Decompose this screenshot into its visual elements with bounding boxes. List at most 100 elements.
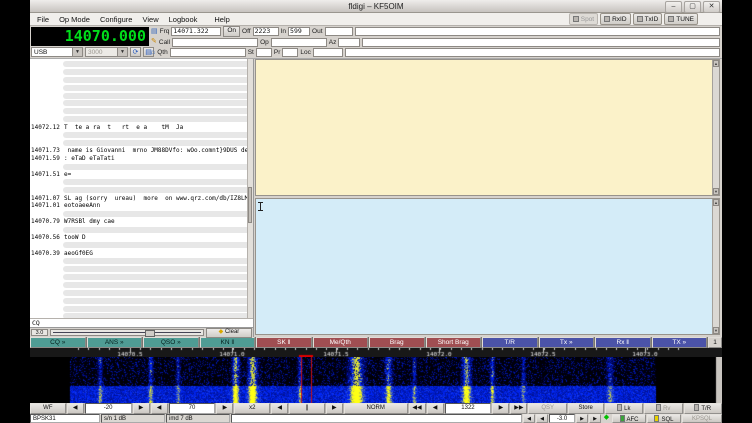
pr-field[interactable] xyxy=(282,48,298,57)
slider-thumb[interactable] xyxy=(145,330,155,337)
menu-op-mode[interactable]: Op Mode xyxy=(54,15,95,24)
maximize-button[interactable]: ▢ xyxy=(684,1,701,13)
macro-me-qth[interactable]: Me/Qth xyxy=(313,337,369,348)
channel-row[interactable] xyxy=(30,99,253,107)
macro-t-r[interactable]: T/R xyxy=(482,337,538,348)
rx-text-pane[interactable]: ▲ ▼ xyxy=(255,59,720,196)
channel-row[interactable] xyxy=(30,68,253,76)
squelch-slider[interactable] xyxy=(50,329,204,336)
minimize-button[interactable]: – xyxy=(665,1,682,13)
channel-row[interactable] xyxy=(30,265,253,273)
offset-left-fast-button[interactable]: ◀ xyxy=(523,414,535,423)
call-field[interactable] xyxy=(172,38,258,47)
seek-field[interactable]: CQ xyxy=(30,318,253,327)
wf-arrow-button[interactable]: ▶ xyxy=(492,403,509,414)
afc-toggle[interactable]: AFC xyxy=(612,414,646,423)
channel-row[interactable] xyxy=(30,115,253,123)
tx-text-pane[interactable]: ▲ ▼ xyxy=(255,198,720,335)
channel-row[interactable] xyxy=(30,289,253,297)
offset-right-fast-button[interactable]: ▶ xyxy=(589,414,601,423)
waterfall-scale[interactable] xyxy=(30,348,722,357)
macro-ans[interactable]: ANS » xyxy=(87,337,143,348)
mode-select[interactable]: USB▼ xyxy=(31,47,83,57)
tx-scrollbar[interactable]: ▲ ▼ xyxy=(712,199,719,334)
sync-icon[interactable]: ⟳ xyxy=(130,47,141,57)
wf-arrow-button[interactable]: ◀ xyxy=(271,403,288,414)
frequency-display[interactable]: 14070.000 xyxy=(31,27,149,46)
channel-row[interactable] xyxy=(30,163,253,171)
in-field[interactable]: 599 xyxy=(288,27,310,36)
menu-help[interactable]: Help xyxy=(209,15,234,24)
macro-qso[interactable]: QSO » xyxy=(143,337,199,348)
op-field[interactable] xyxy=(271,38,327,47)
wf-store[interactable]: Store xyxy=(568,403,604,414)
wf-arrow-button[interactable]: ▶ xyxy=(326,403,343,414)
channel-row[interactable] xyxy=(30,313,253,319)
wf-arrow-button[interactable]: ◀ xyxy=(427,403,444,414)
macro-kn[interactable]: KN ‖ xyxy=(200,337,256,348)
channel-row[interactable]: 14071.59: eTaD eTaTati xyxy=(30,155,253,163)
offset-value[interactable]: -3.0 xyxy=(549,414,575,423)
title-bar[interactable]: fldigi – KF5OIM – ▢ ✕ xyxy=(30,0,722,13)
wf-arrow-button[interactable]: ◀◀ xyxy=(409,403,426,414)
wf-t-r[interactable]: T/R xyxy=(684,403,722,414)
waterfall-canvas[interactable] xyxy=(30,357,722,403)
off-field[interactable]: 2223 xyxy=(253,27,279,36)
macro-bank-button[interactable]: 1 xyxy=(708,337,722,348)
channel-row[interactable] xyxy=(30,305,253,313)
channel-row[interactable] xyxy=(30,257,253,265)
rxid-toggle[interactable]: RxID xyxy=(600,13,630,25)
wf-70[interactable]: 70 xyxy=(169,403,216,414)
loc-field[interactable] xyxy=(313,48,343,57)
wf-arrow-button[interactable]: ▶▶ xyxy=(510,403,527,414)
menu-logbook[interactable]: Logbook xyxy=(164,15,203,24)
channel-row[interactable]: 14071.51e= xyxy=(30,170,253,178)
wf-arrow-button[interactable]: ▶ xyxy=(216,403,233,414)
clear-button[interactable]: ◆ Clear xyxy=(206,328,252,338)
channel-row[interactable] xyxy=(30,76,253,84)
channel-row[interactable]: 14070.79W7RSBl dmy cae xyxy=(30,218,253,226)
scroll-up-icon[interactable]: ▲ xyxy=(713,199,719,206)
menu-configure[interactable]: Configure xyxy=(95,15,138,24)
channel-row[interactable] xyxy=(30,273,253,281)
macro-rx[interactable]: Rx ‖ xyxy=(595,337,651,348)
txid-toggle[interactable]: TxID xyxy=(633,13,663,25)
channel-row[interactable]: 14071.07SL ag (sorry ureau) more on www.… xyxy=(30,194,253,202)
channel-row[interactable]: 14070.39aeoGf0EG xyxy=(30,249,253,257)
macro-tx[interactable]: Tx » xyxy=(539,337,595,348)
menu-view[interactable]: View xyxy=(137,15,163,24)
macro-tx[interactable]: TX » xyxy=(652,337,708,348)
scrollbar-thumb[interactable] xyxy=(248,187,252,223)
menu-file[interactable]: File xyxy=(32,15,54,24)
channel-row[interactable]: 14071.01eotoaeeAnn xyxy=(30,202,253,210)
wf-arrow[interactable]: ❙ xyxy=(289,403,325,414)
channel-row[interactable] xyxy=(30,178,253,186)
az-field[interactable] xyxy=(338,38,360,47)
wf-x2[interactable]: x2 xyxy=(234,403,270,414)
macro-cq[interactable]: CQ » xyxy=(30,337,86,348)
wf-lk[interactable]: Lk xyxy=(605,403,643,414)
wf-arrow-button[interactable]: ▶ xyxy=(133,403,150,414)
wf-20[interactable]: -20 xyxy=(85,403,132,414)
channel-row[interactable] xyxy=(30,92,253,100)
offset-left-button[interactable]: ◀ xyxy=(536,414,548,423)
channel-row[interactable] xyxy=(30,84,253,92)
scroll-down-icon[interactable]: ▼ xyxy=(713,188,719,195)
offset-right-button[interactable]: ▶ xyxy=(576,414,588,423)
wf-1322[interactable]: 1322 xyxy=(445,403,492,414)
wf-wf[interactable]: WF xyxy=(30,403,66,414)
st-field[interactable] xyxy=(256,48,272,57)
channel-row[interactable] xyxy=(30,241,253,249)
channel-row[interactable]: 14072.12T te a ra t rt e a tM Ja xyxy=(30,123,253,131)
mode-status[interactable]: BPSK31 xyxy=(30,414,100,423)
macro-short-brag[interactable]: Short Brag xyxy=(426,337,482,348)
scroll-down-icon[interactable]: ▼ xyxy=(713,327,719,334)
wf-arrow-button[interactable]: ◀ xyxy=(67,403,84,414)
channel-row[interactable]: 14071.73 name is Giovanni mrno JM88DVfo:… xyxy=(30,147,253,155)
channel-row[interactable] xyxy=(30,186,253,194)
channel-row[interactable] xyxy=(30,226,253,234)
channel-row[interactable]: 14070.56tooW D xyxy=(30,234,253,242)
notes-field-mid[interactable] xyxy=(362,38,720,47)
frq-field[interactable]: 14071.322 xyxy=(171,27,221,36)
wf-arrow-button[interactable]: ◀ xyxy=(151,403,168,414)
